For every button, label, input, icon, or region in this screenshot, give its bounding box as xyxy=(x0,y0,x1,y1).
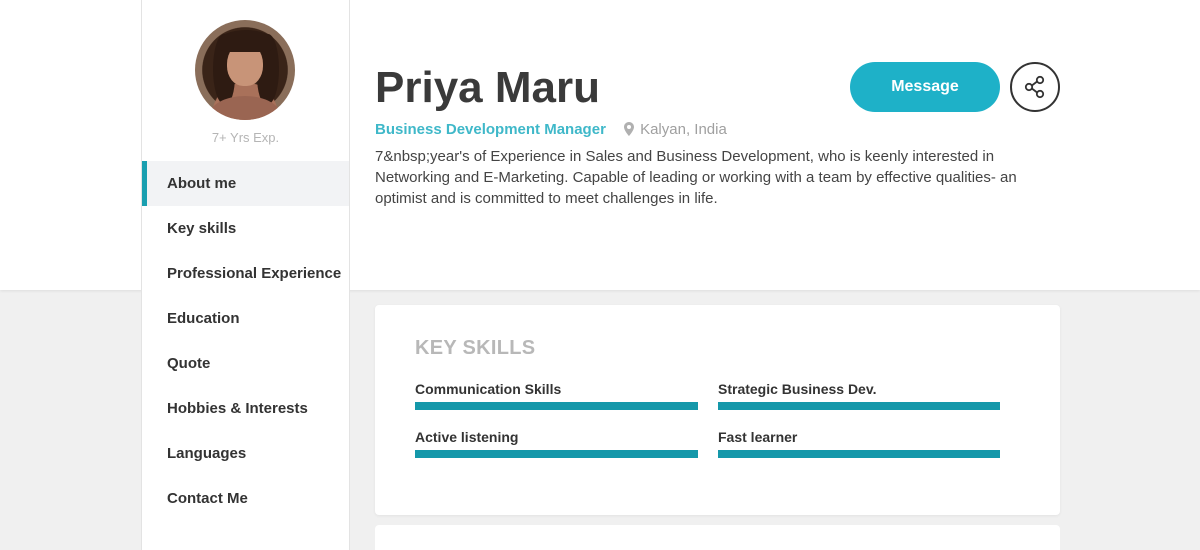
bio-text: 7&nbsp;year's of Experience in Sales and… xyxy=(375,148,1017,207)
nav-item-hobbies-interests[interactable]: Hobbies & Interests xyxy=(142,386,349,431)
skill-item: Strategic Business Dev. xyxy=(718,380,1000,410)
skill-bar-fill xyxy=(415,450,698,458)
key-skills-title: KEY SKILLS xyxy=(415,337,536,359)
skill-item: Communication Skills xyxy=(415,380,698,410)
skill-bar xyxy=(718,450,1000,458)
avatar xyxy=(195,20,295,120)
profile-name: Priya Maru xyxy=(375,63,600,112)
skill-bar-fill xyxy=(718,402,1000,410)
sidebar: 7+ Yrs Exp. About me Key skills Professi… xyxy=(141,0,350,550)
role-location-line: Business Development Manager Kalyan, Ind… xyxy=(375,120,727,140)
skill-bar xyxy=(718,402,1000,410)
share-button[interactable] xyxy=(1010,62,1060,112)
job-title: Business Development Manager xyxy=(375,121,606,138)
location-pin-icon xyxy=(624,122,635,136)
nav-item-education[interactable]: Education xyxy=(142,296,349,341)
skill-item: Active listening xyxy=(415,428,698,458)
share-icon xyxy=(1012,75,1058,99)
skill-bar xyxy=(415,450,698,458)
nav-item-professional-experience[interactable]: Professional Experience xyxy=(142,251,349,296)
skill-name: Communication Skills xyxy=(415,381,562,397)
skill-name: Strategic Business Dev. xyxy=(718,381,877,397)
nav-item-key-skills[interactable]: Key skills xyxy=(142,206,349,251)
key-skills-card: KEY SKILLS Communication Skills Strategi… xyxy=(375,305,1060,515)
skill-bar xyxy=(415,402,698,410)
nav-item-languages[interactable]: Languages xyxy=(142,431,349,476)
skill-item: Fast learner xyxy=(718,428,1000,458)
skill-bar-fill xyxy=(718,450,1000,458)
skill-name: Active listening xyxy=(415,429,519,445)
skill-name: Fast learner xyxy=(718,429,798,445)
profile-page: 7+ Yrs Exp. About me Key skills Professi… xyxy=(0,0,1200,550)
next-section-card xyxy=(375,525,1060,550)
nav-item-contact-me[interactable]: Contact Me xyxy=(142,476,349,521)
sidebar-nav: About me Key skills Professional Experie… xyxy=(142,161,349,521)
location-text: Kalyan, India xyxy=(640,121,727,138)
experience-label: 7+ Yrs Exp. xyxy=(211,130,280,145)
nav-item-quote[interactable]: Quote xyxy=(142,341,349,386)
message-button[interactable]: Message xyxy=(850,62,1000,112)
nav-item-about-me[interactable]: About me xyxy=(142,161,349,206)
skill-bar-fill xyxy=(415,402,698,410)
